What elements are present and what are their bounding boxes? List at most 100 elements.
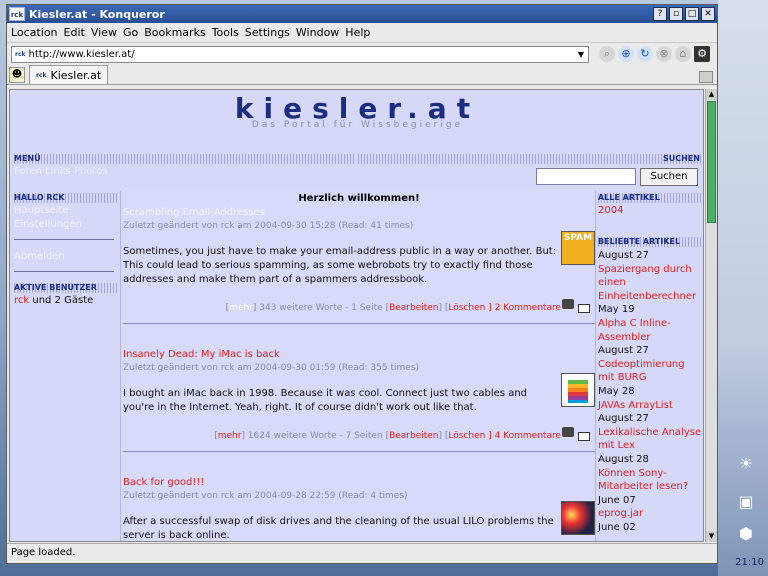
article-meta: Zuletzt geändert von rck am 2004-09-28 2… [123,491,408,501]
menu-tools[interactable]: Tools [212,26,239,39]
web-page: kiesler.at Das Portal für Wissbegierige … [10,90,703,541]
search-icon[interactable]: ⌕ [599,46,615,62]
popular-link[interactable]: JAVAs ArrayList [598,399,702,413]
desktop-background: ☀ ▣ ⬢ 21:10 [718,0,768,576]
mail-icon[interactable] [578,432,590,441]
web-viewport[interactable]: kiesler.at Das Portal für Wissbegierige … [9,89,704,542]
popular-link[interactable]: Codeoptimierung mit BURG [598,358,702,385]
active-users-text: rck und 2 Gäste [14,295,93,306]
popular-list: August 27 Spaziergang durch einen Einhei… [598,249,702,534]
article-body: After a successful swap of disk drives a… [123,516,554,541]
fireworks-image [561,501,595,535]
all-articles-heading: ALLE ARTIKEL [598,193,702,203]
active-user-link[interactable]: rck [14,295,29,306]
main-content: Herzlich willkommen! Scrambling Email-Ad… [120,191,596,541]
menu-heading: MENÜ [14,154,354,164]
spam-image: SPAM [561,231,595,265]
edit-link[interactable]: Bearbeiten [389,303,438,313]
edit-link[interactable]: Bearbeiten [389,431,438,441]
url-field[interactable]: rck http://www.kiesler.at/ ▼ [11,45,589,63]
article-footer: [mehr] 343 weitere Worte - 1 Seite [Bear… [225,303,561,313]
left-sidebar: HALLO RCK Hauptseite Einstellungen Abmel… [14,191,118,541]
nav-toolbar: ⌕ ⊕ ↻ ⊗ ⌂ ⚙ [599,46,713,62]
popular-link[interactable]: eprog.jar [598,507,702,521]
more-link[interactable]: mehr [229,303,253,313]
popular-link[interactable]: Können Sony-Mitarbeiter lesen? [598,467,702,494]
konqueror-gear-icon[interactable]: ⚙ [694,46,710,62]
link-einstellungen[interactable]: Einstellungen [14,219,82,230]
menu-settings[interactable]: Settings [245,26,290,39]
close-tab-button[interactable] [699,71,713,83]
title-bar[interactable]: rck Kiesler.at - Konqueror ? ▫ □ ✕ [7,5,717,23]
link-hauptseite[interactable]: Hauptseite [14,205,68,216]
monitor-icon[interactable]: ▣ [734,490,758,512]
menu-view[interactable]: View [91,26,117,39]
close-button[interactable]: ✕ [701,7,715,21]
scroll-up-icon[interactable]: ▲ [706,89,717,100]
maximize-button[interactable]: □ [685,7,699,21]
tab-label: Kiesler.at [50,68,102,82]
menu-go[interactable]: Go [123,26,138,39]
more-link[interactable]: mehr [218,431,242,441]
tab-kiesler[interactable]: rck Kiesler.at [29,65,109,84]
article-title[interactable]: Scrambling Email-Addresses [123,207,265,218]
zoom-in-icon[interactable]: ⊕ [618,46,634,62]
mail-icon[interactable] [578,304,590,313]
scroll-thumb[interactable] [707,101,716,223]
delete-link[interactable]: Löschen [448,303,485,313]
comments-link[interactable]: ] 4 Kommentare [485,431,561,441]
popular-heading: BELIEBTE ARTIKEL [598,237,702,247]
window-title: Kiesler.at - Konqueror [29,7,165,21]
new-tab-icon[interactable]: ☻ [9,66,25,83]
network-icon[interactable]: ⬢ [734,522,758,544]
popular-date: August 27 [598,413,649,425]
article-body: I bought an iMac back in 1998. Because i… [123,388,528,413]
search-button[interactable]: Suchen [640,168,698,186]
menu-location[interactable]: Location [11,26,58,39]
print-icon[interactable] [562,299,574,309]
divider [14,239,114,240]
tab-bar: ☻ rck Kiesler.at [7,65,717,85]
print-icon[interactable] [562,427,574,437]
active-users-heading: AKTIVE BENUTZER [14,283,118,293]
article-body: Sometimes, you just have to make your em… [123,246,557,285]
app-icon[interactable]: rck [9,7,25,21]
menu-window[interactable]: Window [296,26,339,39]
article-divider [123,451,595,452]
link-abmelden[interactable]: Abmelden [14,251,65,262]
popular-date: June 02 [598,521,636,533]
comments-link[interactable]: ] 2 Kommentare [485,303,561,313]
article-title[interactable]: Insanely Dead: My iMac is back [123,349,280,360]
active-users-rest: und 2 Gäste [29,295,94,306]
search-heading: SUCHEN [358,154,702,164]
apple-icon [568,380,588,403]
reload-icon[interactable]: ↻ [637,46,653,62]
stop-icon[interactable]: ⊗ [656,46,672,62]
popular-link[interactable]: Spaziergang durch einen Einheitenberechn… [598,263,702,304]
article-title[interactable]: Back for good!!! [123,477,204,488]
divider [14,271,114,272]
popular-link[interactable]: Lexikalische Analyse mit Lex [598,426,702,453]
menu-links[interactable]: Foren Links Photos [14,166,108,177]
url-dropdown-icon[interactable]: ▼ [574,50,588,59]
site-tagline: Das Portal für Wissbegierige [251,120,464,130]
vertical-scrollbar[interactable]: ▲ ▼ [705,89,717,542]
help-button[interactable]: ? [653,7,667,21]
sun-applet-icon[interactable]: ☀ [734,452,758,474]
tab-favicon-icon: rck [36,71,47,79]
year-link[interactable]: 2004 [598,205,623,216]
delete-link[interactable]: Löschen [448,431,485,441]
minimize-button[interactable]: ▫ [669,7,683,21]
location-bar: rck http://www.kiesler.at/ ▼ ⌕ ⊕ ↻ ⊗ ⌂ ⚙ [7,43,717,65]
popular-date: August 27 [598,250,649,261]
home-icon[interactable]: ⌂ [675,46,691,62]
menu-edit[interactable]: Edit [64,26,85,39]
url-text[interactable]: http://www.kiesler.at/ [29,49,574,60]
popular-date: May 19 [598,304,635,316]
menu-bookmarks[interactable]: Bookmarks [144,26,205,39]
scroll-down-icon[interactable]: ▼ [706,531,717,542]
popular-date: August 28 [598,453,649,465]
popular-link[interactable]: Alpha C Inline-Assembler [598,317,702,344]
menu-help[interactable]: Help [345,26,370,39]
search-input[interactable] [536,168,636,185]
